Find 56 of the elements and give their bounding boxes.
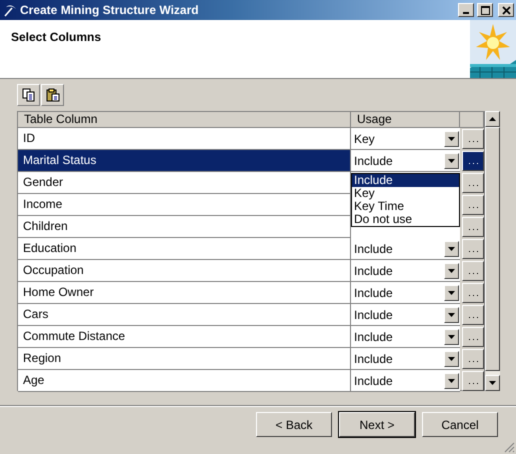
wizard-button[interactable]: < Back xyxy=(256,412,332,437)
dropdown-option[interactable]: Key xyxy=(352,187,459,200)
scroll-down-icon[interactable] xyxy=(485,375,500,391)
ellipsis-button[interactable] xyxy=(462,349,484,369)
table-cell[interactable]: Education xyxy=(18,238,351,260)
maximize-button[interactable] xyxy=(477,3,493,17)
usage-dropdown[interactable]: Include xyxy=(353,152,459,170)
usage-dropdown[interactable]: Include xyxy=(353,350,459,368)
ellipsis-button[interactable] xyxy=(462,195,484,215)
usage-dropdown[interactable]: Include xyxy=(353,306,459,324)
dropdown-option[interactable]: Include xyxy=(352,174,459,187)
table-cell[interactable]: Commute Distance xyxy=(18,326,351,348)
table-cell[interactable]: Children xyxy=(18,216,351,238)
close-button[interactable] xyxy=(498,3,514,17)
ellipsis-button[interactable] xyxy=(462,283,484,303)
table-cell[interactable]: Age xyxy=(18,370,351,392)
ellipsis-button[interactable] xyxy=(462,151,484,171)
usage-dropdown[interactable]: Include xyxy=(353,262,459,280)
usage-dropdown[interactable]: Include xyxy=(353,284,459,302)
usage-dropdown[interactable]: Include xyxy=(353,328,459,346)
sun-cube-icon xyxy=(470,20,516,78)
close-icon xyxy=(502,6,510,14)
ellipsis-button[interactable] xyxy=(462,239,484,259)
usage-dropdown[interactable]: Include xyxy=(353,240,459,258)
table-cell[interactable]: Marital Status xyxy=(18,150,351,172)
minimize-button[interactable] xyxy=(458,3,474,17)
ellipsis-button[interactable] xyxy=(462,173,484,193)
copy-icon[interactable] xyxy=(17,84,40,106)
table-cell[interactable]: Cars xyxy=(18,304,351,326)
usage-dropdown[interactable]: Include xyxy=(353,372,459,390)
maximize-icon xyxy=(480,6,490,14)
dropdown-option[interactable]: Do not use xyxy=(352,213,459,226)
scroll-up-icon[interactable] xyxy=(485,111,500,127)
table-cell[interactable]: Home Owner xyxy=(18,282,351,304)
ellipsis-button[interactable] xyxy=(462,305,484,325)
pickaxe-icon xyxy=(3,3,17,17)
usage-dropdown[interactable]: Key xyxy=(353,130,459,148)
column-header: Table Column xyxy=(18,112,351,128)
ellipsis-button[interactable] xyxy=(462,217,484,237)
wizard-button[interactable]: Next > xyxy=(339,412,415,437)
column-header: Usage xyxy=(351,112,460,128)
table-cell[interactable]: Income xyxy=(18,194,351,216)
resize-grip-icon[interactable] xyxy=(504,442,515,453)
dropdown-option[interactable]: Key Time xyxy=(352,200,459,213)
table-cell[interactable]: Occupation xyxy=(18,260,351,282)
table-cell[interactable]: Gender xyxy=(18,172,351,194)
wizard-button[interactable]: Cancel xyxy=(422,412,498,437)
window-title: Create Mining Structure Wizard xyxy=(20,3,199,17)
ellipsis-button[interactable] xyxy=(462,129,484,149)
table-cell[interactable]: ID xyxy=(18,128,351,150)
table-cell[interactable]: Region xyxy=(18,348,351,370)
ellipsis-button[interactable] xyxy=(462,371,484,391)
page-heading: Select Columns xyxy=(10,29,102,46)
ellipsis-button[interactable] xyxy=(462,327,484,347)
paste-icon[interactable] xyxy=(41,84,64,106)
ellipsis-button[interactable] xyxy=(462,261,484,281)
